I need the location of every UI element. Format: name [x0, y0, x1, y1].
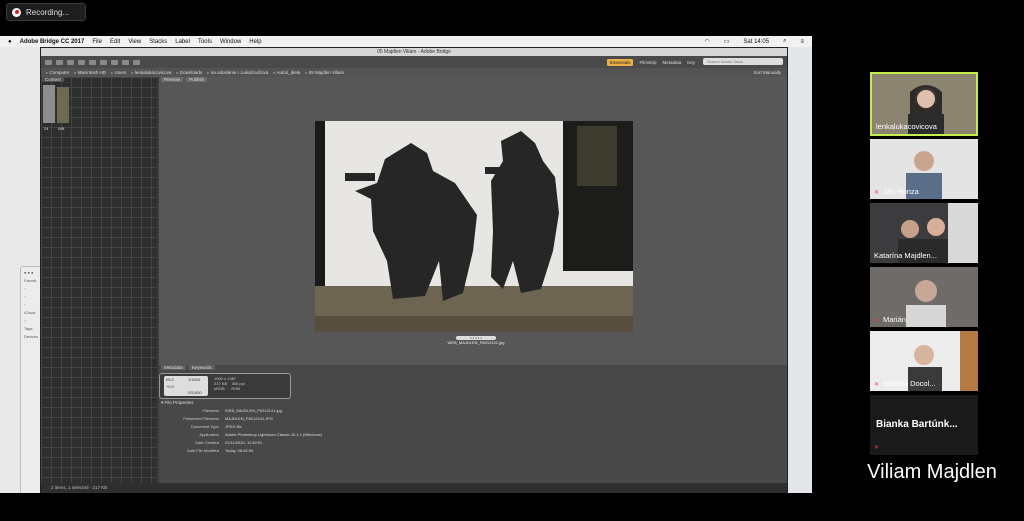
property-row: Preserved Filename MAJDLEN_P8212141.JPG [183, 416, 274, 421]
participant-name: Bianka Bartúnk... [876, 419, 958, 430]
muted-mic-icon: ✕ [874, 190, 880, 196]
recording-indicator[interactable]: Recording... [6, 3, 86, 21]
muted-mic-icon: ✕ [874, 382, 880, 388]
workspace-filmstrip[interactable]: Filmstrip [639, 60, 656, 65]
participant-name: ✕ Ján Honza [874, 187, 919, 196]
property-row: Document Type JPEG file [191, 424, 242, 429]
menu-label[interactable]: Label [175, 39, 190, 45]
rotate-right-icon[interactable] [133, 59, 140, 65]
breadcrumb-item[interactable]: 05 Majdlen Viliam [305, 70, 344, 76]
menu-file[interactable]: File [92, 39, 102, 45]
preview-image[interactable] [315, 121, 633, 332]
status-text: 2 items, 1 selected - 217 KB [51, 485, 108, 490]
recording-label: Recording... [26, 7, 70, 17]
participant-name: ✕ Marián [874, 315, 906, 324]
participant-tile[interactable]: ✕ Ján Honza [870, 139, 978, 199]
menu-stacks[interactable]: Stacks [149, 39, 167, 45]
breadcrumb-item[interactable]: na odoslanie i..Lukačovičová [207, 70, 269, 76]
mac-menu-bar: ● Adobe Bridge CC 2017 File Edit View St… [0, 36, 812, 47]
camera-icon[interactable] [89, 59, 96, 65]
menu-list-icon[interactable]: ≡ [800, 39, 804, 45]
participant-name: Katarína Majdlen... [874, 251, 937, 260]
breadcrumb-item[interactable]: Autori_diela [273, 70, 301, 76]
wifi-icon[interactable]: ◠ [705, 38, 710, 45]
participant-tile[interactable]: lenkalukacovicova [870, 72, 978, 136]
shared-screen: ● Adobe Bridge CC 2017 File Edit View St… [0, 36, 812, 493]
breadcrumb-item[interactable]: Users [111, 70, 127, 76]
participant-tile[interactable]: ✕ Martina Docol... [870, 331, 978, 391]
open-camera-raw-icon[interactable] [111, 59, 118, 65]
property-row: Application Adobe Photoshop Lightroom Cla… [199, 432, 322, 437]
tab-preview[interactable]: Preview [161, 77, 184, 82]
tab-publish[interactable]: Publish [186, 77, 208, 82]
breadcrumb-item[interactable]: Downloads [176, 70, 202, 76]
thumbnail[interactable] [43, 85, 55, 123]
record-icon [12, 7, 21, 17]
muted-mic-icon: ✕ [874, 318, 880, 324]
participant-tile[interactable]: ✕ Marián [870, 267, 978, 327]
adobe-bridge-window: 05 Majdlen Viliam - Adobe Bridge Essenti… [40, 47, 788, 493]
active-speaker-name: Viliam Majdlen [867, 461, 997, 483]
menu-help[interactable]: Help [249, 39, 261, 45]
bridge-toolbar: Essentials Filmstrip Metadata Key Search… [41, 56, 787, 68]
desktop-background [788, 47, 812, 493]
apple-icon[interactable]: ● [8, 39, 12, 45]
participant-name: ✕ Martina Docol... [874, 379, 936, 388]
boomerang-icon[interactable] [78, 59, 85, 65]
back-icon[interactable] [45, 59, 52, 65]
property-row: Filename WEB_MAJDLEN_P8212141.jpg [202, 408, 282, 413]
thumbnail-label: WB [58, 126, 65, 131]
breadcrumb-item[interactable]: Macintosh HD [74, 70, 106, 76]
refine-icon[interactable] [100, 59, 107, 65]
spotlight-icon[interactable]: ⌕ [783, 38, 786, 45]
file-caption-area: • • • • • WEB_MAJDLEN_P8212141.jpg [441, 335, 511, 346]
property-row: Date Created 21/11/2020, 11:49:51 [195, 440, 263, 445]
workspace-metadata[interactable]: Metadata [662, 60, 681, 65]
breadcrumb-item[interactable]: Computer [46, 70, 70, 76]
tab-metadata[interactable]: Metadata [161, 365, 186, 370]
search-input[interactable]: Search Adobe Stock [703, 58, 783, 65]
property-row: Date File Modified Today, 08:45:54 [186, 448, 254, 453]
participant-name: lenkalukacovicova [876, 122, 937, 131]
tab-content[interactable]: Content [42, 77, 64, 82]
sort-dropdown[interactable]: Sort Manually [753, 68, 781, 77]
menu-app-name[interactable]: Adobe Bridge CC 2017 [20, 39, 85, 45]
forward-icon[interactable] [56, 59, 63, 65]
participant-tile[interactable]: Katarína Majdlen... [870, 203, 978, 263]
tab-keywords[interactable]: Keywords [189, 365, 215, 370]
content-panel[interactable]: Content 24 WB [41, 77, 157, 483]
exposure-info: f/5.0 1/1600 +0,0 ISO400 [164, 376, 208, 396]
shadow-photo [315, 121, 633, 332]
reveal-icon[interactable] [67, 59, 74, 65]
window-title: 05 Majdlen Viliam - Adobe Bridge [41, 48, 787, 56]
image-info: 1000 x 1387 217 KB 300 ppi sRGB RGB [214, 376, 245, 391]
battery-icon[interactable]: ▭ [724, 38, 730, 45]
file-caption: WEB_MAJDLEN_P8212141.jpg [447, 340, 505, 345]
muted-mic-icon: ✕ [874, 445, 880, 451]
metadata-placard: f/5.0 1/1600 +0,0 ISO400 1000 x 1387 217… [159, 373, 291, 399]
rotate-left-icon[interactable] [122, 59, 129, 65]
file-properties-header[interactable]: ▾ File Properties [161, 400, 194, 406]
breadcrumb-item[interactable]: lenkalukacovicova [131, 70, 172, 76]
participant-tile[interactable]: Bianka Bartúnk... ✕ [870, 395, 978, 455]
thumbnail[interactable] [57, 87, 69, 123]
menu-tools[interactable]: Tools [198, 39, 212, 45]
menu-window[interactable]: Window [220, 39, 241, 45]
menu-view[interactable]: View [128, 39, 141, 45]
metadata-panel: Metadata Keywords f/5.0 1/1600 +0,0 ISO4… [159, 365, 787, 483]
menu-edit[interactable]: Edit [110, 39, 120, 45]
thumbnail-count: 24 [44, 126, 49, 131]
breadcrumb: Computer Macintosh HD Users lenkalukacov… [41, 68, 787, 77]
menu-clock[interactable]: Sat 14:05 [743, 39, 769, 45]
status-bar: 2 items, 1 selected - 217 KB [41, 483, 787, 493]
workspace-key[interactable]: Key [687, 60, 695, 65]
workspace-essentials[interactable]: Essentials [606, 58, 634, 66]
